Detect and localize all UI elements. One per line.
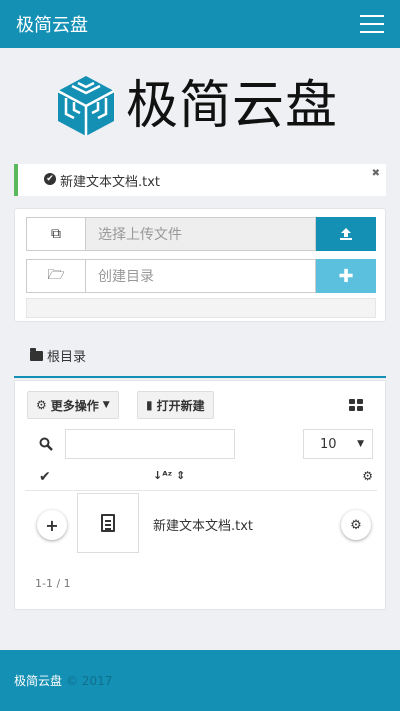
menu-icon[interactable] [360, 15, 384, 33]
expand-row-button[interactable]: + [37, 510, 67, 540]
more-actions-label: 更多操作 [50, 398, 99, 413]
upload-file-input[interactable]: 选择上传文件 [86, 217, 316, 251]
top-navbar: 极简云盘 [0, 0, 400, 48]
brand-title[interactable]: 极简云盘 [16, 11, 88, 37]
create-dir-button[interactable]: ✚ [316, 259, 376, 293]
file-settings-button[interactable]: ⚙ [341, 510, 371, 540]
upload-button[interactable] [316, 217, 376, 251]
pagination-info: 1-1 / 1 [35, 577, 71, 590]
file-list-panel: ⚙ 更多操作 ▼ ▮ 打开新建 10 ▼ ✔ ↓ᴬᶻ ⇕ ⚙ + 新建文本文档.… [14, 380, 386, 610]
check-circle-icon: ✔ [44, 173, 56, 185]
table-row: + 新建文本文档.txt ⚙ [25, 493, 377, 557]
caret-down-icon: ▼ [102, 400, 110, 410]
table-header: ✔ ↓ᴬᶻ ⇕ ⚙ [25, 465, 377, 491]
tab-root[interactable]: 根目录 [30, 346, 86, 365]
dir-name-input[interactable]: 创建目录 [86, 259, 316, 293]
open-new-label: 打开新建 [156, 398, 205, 413]
cogs-icon[interactable]: ⚙ [362, 469, 373, 483]
success-alert: ✔ 新建文本文档.txt ✖ [14, 164, 386, 196]
breadcrumb-tab: 根目录 [14, 338, 386, 378]
search-icon [39, 437, 53, 451]
file-name[interactable]: 新建文本文档.txt [153, 515, 253, 534]
sort-alpha-icon[interactable]: ↓ᴬᶻ ⇕ [153, 469, 185, 482]
upload-row: ⧉ 选择上传文件 [26, 217, 376, 251]
footer-brand[interactable]: 极简云盘 [14, 672, 62, 689]
footer: 极简云盘 © 2017 [0, 650, 400, 711]
create-dir-row: 🗁 创建目录 ✚ [26, 259, 376, 293]
footer-year: © 2017 [66, 673, 113, 688]
page-size-select[interactable]: 10 ▼ [303, 429, 373, 459]
plus-icon: ✚ [338, 265, 354, 287]
page-size-value: 10 [320, 436, 337, 452]
folder-open-icon: 🗁 [26, 259, 86, 293]
logo-text: 极简云盘 [126, 76, 339, 136]
folder-icon [30, 347, 43, 361]
open-new-button[interactable]: ▮ 打开新建 [137, 391, 214, 419]
caret-down-icon: ▼ [357, 439, 364, 449]
logo: 极简云盘 [54, 74, 338, 138]
upload-icon [340, 228, 352, 240]
cog-icon: ⚙ [36, 398, 47, 412]
cube-logo-icon [57, 76, 115, 136]
select-all-check-icon[interactable]: ✔ [39, 469, 51, 485]
tab-root-label: 根目录 [47, 350, 87, 365]
grid-view-icon[interactable] [349, 399, 363, 411]
alert-message: 新建文本文档.txt [60, 174, 161, 190]
copy-icon: ⧉ [26, 217, 86, 251]
search-input[interactable] [65, 429, 235, 459]
more-actions-button[interactable]: ⚙ 更多操作 ▼ [27, 391, 119, 419]
document-icon [101, 514, 115, 532]
close-icon[interactable]: ✖ [372, 168, 380, 179]
tasks-icon: ▮ [146, 398, 153, 412]
file-thumbnail[interactable] [77, 493, 139, 553]
upload-panel: ⧉ 选择上传文件 🗁 创建目录 ✚ [14, 208, 386, 322]
upload-progress-bar [26, 298, 376, 318]
